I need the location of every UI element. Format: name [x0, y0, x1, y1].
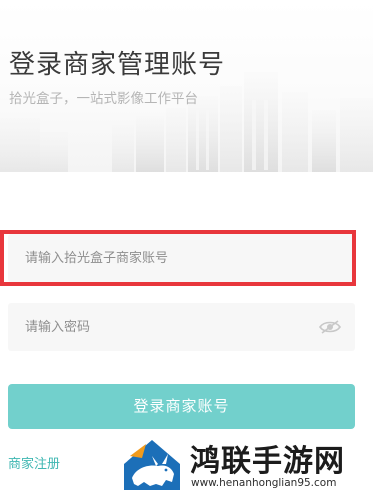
- account-field[interactable]: [8, 234, 355, 282]
- login-page: 登录商家管理账号 拾光盒子，一站式影像工作平台 登录商家账号 商家注册 鸿联手游…: [0, 0, 373, 494]
- register-link[interactable]: 商家注册: [8, 453, 60, 472]
- watermark-name: 鸿联手游网: [190, 444, 345, 479]
- header-banner: 登录商家管理账号 拾光盒子，一站式影像工作平台: [0, 0, 373, 172]
- login-button[interactable]: 登录商家账号: [8, 384, 355, 429]
- watermark: 鸿联手游网 www.henanhonglian95.com: [122, 434, 373, 494]
- bull-logo-icon: [124, 438, 180, 490]
- city-skyline-illustration: [0, 72, 373, 172]
- page-subtitle: 拾光盒子，一站式影像工作平台: [9, 91, 198, 107]
- watermark-url: www.henanhonglian95.com: [191, 477, 337, 489]
- account-input[interactable]: [8, 234, 355, 282]
- page-title: 登录商家管理账号: [9, 50, 226, 80]
- password-input[interactable]: [8, 303, 355, 351]
- password-field[interactable]: [8, 303, 355, 351]
- eye-hidden-icon[interactable]: [319, 319, 341, 335]
